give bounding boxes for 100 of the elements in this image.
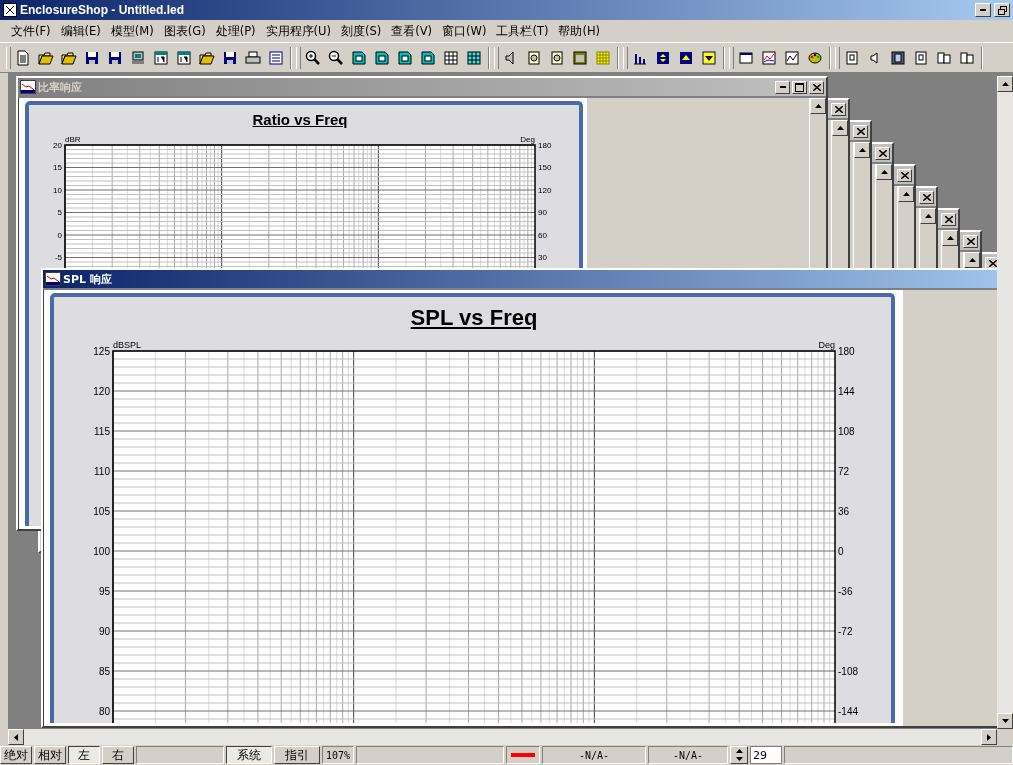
up-arrow-icon (836, 126, 844, 130)
box-icon[interactable] (549, 49, 565, 66)
scroll-up-button[interactable] (810, 98, 826, 114)
folder-icon[interactable] (38, 49, 54, 66)
list-icon[interactable] (268, 49, 284, 66)
menu-item[interactable]: 帮助(H) (553, 23, 606, 39)
cabinet-icon[interactable] (913, 49, 929, 66)
scroll-up-button[interactable] (920, 208, 936, 224)
cabinet-icon[interactable] (959, 49, 975, 66)
document-icon[interactable] (15, 49, 31, 66)
scroll-right-button[interactable] (981, 729, 997, 745)
cabinet-icon[interactable] (936, 49, 952, 66)
horizontal-scrollbar[interactable] (8, 729, 997, 745)
readout: -N/A- (648, 746, 729, 764)
folder-icon[interactable] (61, 49, 77, 66)
folder-icon[interactable] (199, 49, 215, 66)
up-arrow-icon (858, 148, 866, 152)
channel-button[interactable]: 左 (68, 746, 100, 764)
tick-label: -36 (838, 585, 853, 597)
tick-label: 60 (538, 230, 547, 240)
scroll-up-button[interactable] (997, 76, 1013, 92)
minimize-button[interactable] (975, 3, 991, 17)
down-arrow-icon (1001, 719, 1009, 723)
floppy-icon[interactable] (84, 49, 100, 66)
up-arrow-icon (880, 170, 888, 174)
vertical-scrollbar[interactable] (997, 76, 1013, 729)
tick-label: 20 (53, 140, 62, 150)
line-chart-icon[interactable] (784, 49, 800, 66)
page-icon[interactable] (397, 49, 413, 66)
line-chart-icon[interactable] (761, 49, 777, 66)
minimize-icon (980, 9, 986, 11)
zoom-level: 107% (322, 746, 355, 764)
scroll-up-button[interactable] (854, 142, 870, 158)
scroll-up-button[interactable] (832, 120, 848, 136)
up-down-arrows-icon[interactable] (655, 49, 671, 66)
axis-label: Deg (520, 135, 535, 144)
scroll-up-button[interactable] (942, 230, 958, 246)
scroll-down-button[interactable] (997, 713, 1013, 729)
tick-label: 120 (93, 385, 110, 397)
calendar-icon[interactable] (153, 49, 169, 66)
scroll-up-button[interactable] (964, 252, 980, 268)
restore-icon (997, 5, 1007, 15)
menu-item[interactable]: 刻度(S) (335, 23, 387, 39)
restore-button[interactable] (994, 3, 1010, 17)
grid-icon[interactable] (443, 49, 459, 66)
zoom-out-icon[interactable] (328, 49, 344, 66)
floppy-icon[interactable] (107, 49, 123, 66)
tick-label: 105 (93, 505, 110, 517)
tick-label: 120 (538, 185, 552, 195)
tick-label: 30 (538, 253, 547, 263)
cabinet-icon[interactable] (890, 49, 906, 66)
menu-item[interactable]: 实用程序(U) (260, 23, 336, 39)
calendar-icon[interactable] (176, 49, 192, 66)
view-button[interactable]: 系统 (226, 746, 272, 764)
tick-label: 95 (98, 585, 110, 597)
mode-button[interactable]: 绝对 (0, 746, 32, 764)
up-arrow-icon (946, 236, 954, 240)
zoom-in-icon[interactable] (305, 49, 321, 66)
close-icon (878, 149, 887, 157)
window-icon[interactable] (572, 49, 588, 66)
menu-item[interactable]: 窗口(W) (437, 23, 492, 39)
page-icon[interactable] (420, 49, 436, 66)
menu-item[interactable]: 编辑(E) (55, 23, 106, 39)
scroll-up-button[interactable] (898, 186, 914, 202)
computer-icon[interactable] (130, 49, 146, 66)
palette-icon[interactable] (807, 49, 823, 66)
mode-button[interactable]: 相对 (34, 746, 66, 764)
scroll-up-button[interactable] (876, 164, 892, 180)
close-icon (988, 259, 997, 267)
box-icon[interactable] (526, 49, 542, 66)
menu-item[interactable]: 模型(M) (105, 23, 159, 39)
grid-icon[interactable] (466, 49, 482, 66)
close-icon (900, 171, 909, 179)
page-icon[interactable] (374, 49, 390, 66)
floppy-icon[interactable] (222, 49, 238, 66)
tick-label: 180 (838, 345, 855, 357)
menu-item[interactable]: 查看(V) (386, 23, 438, 39)
view-button[interactable]: 指引 (274, 746, 320, 764)
tick-label: 110 (94, 465, 110, 477)
printer-icon[interactable] (245, 49, 261, 66)
tick-label: 72 (838, 465, 850, 477)
cabinet-icon[interactable] (844, 49, 860, 66)
up-arrow-icon (902, 192, 910, 196)
spin-buttons[interactable] (730, 746, 749, 764)
menu-item[interactable]: 文件(F) (6, 23, 56, 39)
scroll-left-button[interactable] (8, 729, 24, 745)
close-icon (966, 237, 975, 245)
menu-item[interactable]: 图表(G) (158, 23, 211, 39)
tick-label: 36 (838, 505, 850, 517)
tick-label: 115 (94, 425, 110, 437)
menu-item[interactable]: 处理(P) (210, 23, 261, 39)
tick-label: -5 (54, 253, 62, 263)
close-icon (944, 215, 953, 223)
channel-button[interactable]: 右 (102, 746, 134, 764)
close-icon (856, 127, 865, 135)
value-field[interactable]: 29 (750, 746, 783, 764)
menu-item[interactable]: 工具栏(T) (491, 23, 554, 39)
window-icon[interactable] (738, 49, 754, 66)
page-icon[interactable] (351, 49, 367, 66)
maximize-icon (795, 82, 804, 92)
